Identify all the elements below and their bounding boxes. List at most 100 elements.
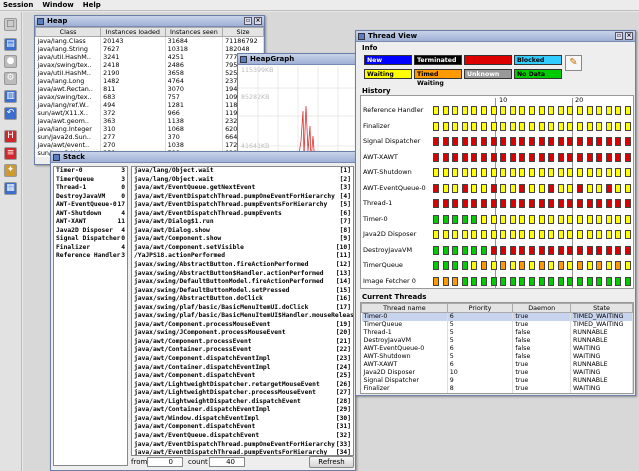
stack-frame[interactable]: java/awt/EventDispatchThread.pumpOneEven… [134,441,353,450]
heap-col-header[interactable]: Size [222,27,264,37]
current-thread-row[interactable]: Finalizer 8 true WAITING [361,385,633,393]
thread-view-titlebar[interactable]: Thread View ▫ × [356,31,635,42]
maximize-icon[interactable]: ▫ [615,32,623,40]
stack-frame[interactable]: java/awt/Container.processEvent [22] [134,346,353,355]
stack-frame[interactable]: java/awt/EventDispatchThread.pumpEvents [… [134,210,353,219]
heap-row[interactable]: java/awt.geom.. 363 1138 23232 [35,117,264,125]
thread-list-item[interactable]: Signal Dispatcher 0 [56,235,127,244]
heap-row[interactable]: java/lang.Long 1482 4764 23712 [35,77,264,85]
heap-icon[interactable]: H [4,130,17,143]
current-thread-row[interactable]: TimerQueue 5 true TIMED_WAITING [361,321,633,329]
stack-frame[interactable]: java/lang/Object.wait [2] [134,176,353,185]
current-thread-row[interactable]: AWT-Shutdown 5 false WAITING [361,353,633,361]
heap-row[interactable]: java/awt.Rectan.. 811 3070 19464 [35,85,264,93]
thread-list-item[interactable]: AWT-Shutdown 4 [56,210,127,219]
count-spinner[interactable]: 40 [209,457,245,467]
stack-frames-list[interactable]: java/lang/Object.wait [1] java/lang/Object… [131,166,354,456]
close-icon[interactable]: × [625,32,633,40]
stack-frame[interactable]: java/awt/Component.dispatchEvent [31] [134,423,353,432]
heap-row[interactable]: javax/swing/tex.. 2418 2486 79552 [35,61,264,69]
stack-frame[interactable]: java/awt/EventDispatchThread.pumpOneEven… [134,193,353,202]
thread-icon[interactable]: ≡ [4,147,17,160]
stack-frame[interactable]: javax/swing/AbstractButton$Handler.actio… [134,270,353,279]
stop-icon[interactable]: ● [4,55,17,68]
stack-frame[interactable]: java/awt/EventQueue.getNextEvent [3] [134,184,353,193]
thread-list-item[interactable]: Finalizer 4 [56,244,127,253]
heap-row[interactable]: sun/awt/X11.X.. 372 966 11904 [35,109,264,117]
thread-list-item[interactable]: TimerQueue 3 [56,176,127,185]
current-thread-row[interactable]: Thread-1 5 false RUNNABLE [361,329,633,337]
heap-row[interactable]: javax/swing/tex.. 683 757 10928 [35,93,264,101]
current-thread-row[interactable]: AWT-XAWT 6 true RUNNABLE [361,361,633,369]
heap-row[interactable]: java/util.HashM.. 3241 4251 77784 [35,53,264,61]
current-col-header[interactable]: Priority [446,303,514,313]
thread-list-item[interactable]: DestroyJavaVM 0 [56,193,127,202]
current-col-header[interactable]: State [570,303,633,313]
stack-frame[interactable]: java/awt/Container.dispatchEventImpl [24] [134,364,353,373]
stack-frame[interactable]: javax/swing/JComponent.processMouseEvent… [134,329,353,338]
stack-frame[interactable]: javax/swing/AbstractButton.fireActionPer… [134,261,353,270]
heap-row[interactable]: java/lang/ref.W.. 494 1281 11856 [35,101,264,109]
current-thread-row[interactable]: Signal Dispatcher 9 true RUNNABLE [361,377,633,385]
thread-list-item[interactable]: Reference Handler 3 [56,252,127,261]
stack-frame[interactable]: javax/swing/plaf/basic/BasicMenuItemUI$H… [134,312,353,321]
heap-row[interactable]: java/util.HashM.. 2190 3658 52560 [35,69,264,77]
stack-frame[interactable]: java/awt/LightweightDispatcher.retargetM… [134,381,353,390]
refresh-button[interactable]: Refresh [309,456,354,468]
thread-list-item[interactable]: Thread-1 0 [56,184,127,193]
undo-icon[interactable]: ↶ [4,107,17,120]
stack-frame[interactable]: javax/swing/plaf/basic/BasicMenuItemUI.d… [134,304,353,313]
current-thread-row[interactable]: DestroyJavaVM 5 false RUNNABLE [361,337,633,345]
heap-titlebar[interactable]: Heap ▫ × [35,16,264,27]
heap-row[interactable]: java/awt/event.. 270 1038 17280 [35,141,264,149]
heap-col-header[interactable]: Class [35,27,102,37]
heap-col-header[interactable]: Instances loaded [100,27,166,37]
stack-frame[interactable]: java/awt/Component.dispatchEventImpl [23] [134,355,353,364]
stack-frame[interactable]: java/awt/Dialog$1.run [7] [134,218,353,227]
stack-titlebar[interactable]: Stack [51,152,355,163]
menu-help[interactable]: Help [83,0,101,10]
stack-frame[interactable]: java/awt/EventDispatchThread.pumpEventsF… [134,201,353,210]
maximize-icon[interactable]: ▫ [244,17,252,25]
heap-row[interactable]: java/lang.Class 20143 31684 71186792 [35,36,264,45]
heap-row[interactable]: java/lang.String 7627 10318 182048 [35,45,264,53]
current-col-header[interactable]: Daemon [512,303,572,313]
heap-row[interactable]: sun/java2d.Sun.. 277 370 6648 [35,133,264,141]
heapgraph-titlebar[interactable]: HeapGraph [238,54,356,65]
open-icon[interactable]: ▤ [4,38,17,51]
stack-frame[interactable]: javax/swing/AbstractButton.doClick [16] [134,295,353,304]
current-thread-row[interactable]: Timer-0 6 true TIMED_WAITING [361,312,633,321]
brush-icon[interactable]: ✎ [565,55,582,71]
current-thread-row[interactable]: Java2D Disposer 10 true WAITING [361,369,633,377]
history-cell [442,261,449,270]
new-session-icon[interactable]: □ [4,18,17,31]
menu-session[interactable]: Session [3,0,33,10]
stack-frame[interactable]: java/awt/Container.dispatchEventImpl [29] [134,406,353,415]
menu-window[interactable]: Window [42,0,73,10]
history-cell [586,168,593,177]
current-col-header[interactable]: Thread name [361,303,448,313]
stack-frame[interactable]: java/awt/Component.show [9] [134,235,353,244]
thread-list-item[interactable]: Timer-0 3 [56,167,127,176]
thread-list-item[interactable]: AWT-EventQueue-0 17 [56,201,127,210]
from-spinner[interactable]: 0 [147,457,183,467]
stack-frame[interactable]: java/awt/Component.dispatchEvent [25] [134,372,353,381]
thread-list-item[interactable]: AWT-XAWT 11 [56,218,127,227]
report-icon[interactable]: ▦ [4,182,17,195]
heap-col-header[interactable]: Instances seen [164,27,224,37]
save-icon[interactable]: ▥ [4,90,17,103]
stack-frame[interactable]: javax/swing/DefaultButtonModel.fireActio… [134,278,353,287]
thread-list[interactable]: Timer-0 3 TimerQueue 3 Thread-1 0 DestroyJavaV… [53,166,128,466]
stack-frame[interactable]: java/awt/LightweightDispatcher.processMo… [134,389,353,398]
stack-frame[interactable]: /YaJPS18.actionPerformed [11] [134,252,353,261]
close-icon[interactable]: × [254,17,262,25]
settings-icon[interactable]: ⚙ [4,72,17,85]
stack-frame[interactable]: java/awt/EventDispatchThread.pumpEventsF… [134,449,353,455]
stack-frame[interactable]: java/awt/EventQueue.dispatchEvent [32] [134,432,353,441]
stack-frame[interactable]: javax/swing/DefaultButtonModel.setPresse… [134,287,353,296]
current-thread-row[interactable]: AWT-EventQueue-0 6 false WAITING [361,345,633,353]
heap-row[interactable]: java/lang.Integer 310 1068 62000 [35,125,264,133]
current-thread-row[interactable]: Reference Handler10trueWAITING [362,393,633,394]
graph-icon[interactable]: ✦ [4,164,17,177]
stack-frame[interactable]: java/lang/Object.wait [1] [134,167,353,176]
